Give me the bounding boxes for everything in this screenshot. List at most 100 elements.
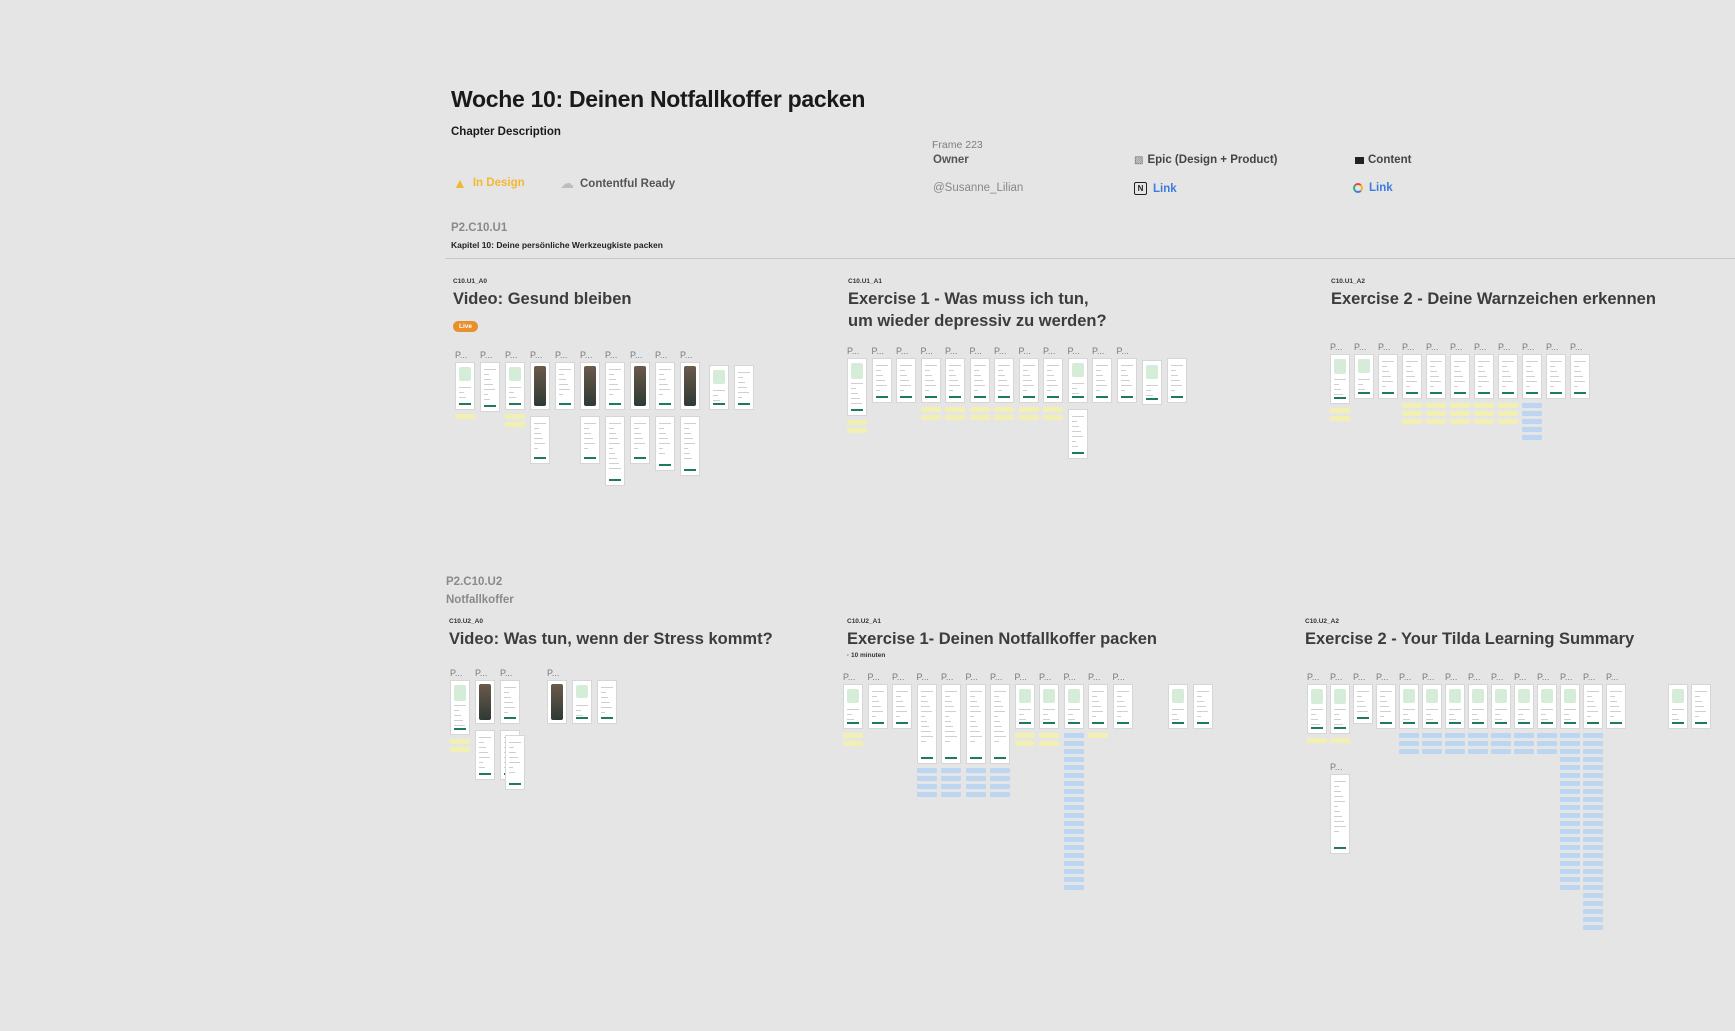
screen-thumbnail[interactable] bbox=[450, 680, 470, 735]
screen-thumbnail[interactable] bbox=[1546, 354, 1566, 399]
screen-thumbnail[interactable] bbox=[1307, 684, 1327, 734]
screen-thumbnail[interactable] bbox=[1330, 684, 1350, 734]
screen-thumbnail[interactable] bbox=[1354, 354, 1374, 399]
screen-thumbnail[interactable] bbox=[1537, 684, 1557, 729]
screen-thumbnail[interactable] bbox=[655, 416, 675, 471]
screen-thumbnail[interactable] bbox=[965, 684, 986, 764]
screen-thumbnail[interactable] bbox=[1583, 684, 1603, 729]
screen-thumbnail[interactable] bbox=[1193, 684, 1213, 729]
text-line bbox=[851, 403, 862, 404]
screen-thumbnail[interactable] bbox=[945, 358, 965, 403]
screen-thumbnail[interactable] bbox=[941, 684, 961, 764]
frame-title[interactable]: Exercise 2 - Deine Warnzeichen erkennen bbox=[1331, 288, 1656, 310]
frame-title-line2[interactable]: um wieder depressiv zu werden? bbox=[848, 310, 1107, 332]
screen-thumbnail[interactable] bbox=[1116, 358, 1137, 403]
screen-thumbnail[interactable] bbox=[605, 362, 625, 410]
screen-thumbnail[interactable] bbox=[871, 358, 892, 403]
screen-thumbnail[interactable] bbox=[1570, 354, 1590, 399]
screen-thumbnail[interactable] bbox=[896, 358, 916, 403]
screen-thumbnail[interactable] bbox=[709, 365, 729, 410]
screen-thumbnail[interactable] bbox=[1043, 358, 1063, 403]
screen-thumbnail[interactable] bbox=[734, 365, 754, 410]
screen-thumbnail[interactable] bbox=[630, 416, 650, 464]
screen-thumbnail[interactable] bbox=[680, 362, 700, 410]
frame-title[interactable]: Video: Gesund bleiben bbox=[453, 288, 631, 310]
screen-thumbnail[interactable] bbox=[1168, 684, 1188, 729]
screen-thumbnail[interactable] bbox=[1474, 354, 1494, 399]
screen-thumbnail[interactable] bbox=[505, 362, 525, 410]
status-in-design[interactable]: ▲ In Design bbox=[453, 175, 525, 191]
frame-title[interactable]: Exercise 2 - Your Tilda Learning Summary bbox=[1305, 628, 1634, 650]
screen-thumbnail[interactable] bbox=[1445, 684, 1465, 729]
screen-thumbnail[interactable] bbox=[1399, 684, 1419, 729]
screen-thumbnail[interactable] bbox=[1606, 684, 1626, 729]
screen-thumbnail[interactable] bbox=[605, 416, 625, 486]
screen-thumbnail[interactable] bbox=[630, 362, 650, 410]
frame-title[interactable]: Video: Was tun, wenn der Stress kommt? bbox=[449, 628, 773, 650]
screen-thumbnail[interactable] bbox=[1018, 358, 1039, 403]
screen-thumbnail[interactable] bbox=[867, 684, 888, 729]
screen-thumbnail[interactable] bbox=[680, 416, 700, 476]
screen-label: P... bbox=[680, 350, 693, 360]
screen-thumbnail[interactable] bbox=[1142, 360, 1162, 405]
screen-thumbnail[interactable] bbox=[1330, 354, 1350, 404]
screen-thumbnail[interactable] bbox=[555, 362, 575, 410]
screen-thumbnail[interactable] bbox=[1067, 409, 1088, 459]
screen-thumbnail[interactable] bbox=[475, 730, 495, 780]
screen-thumbnail[interactable] bbox=[580, 416, 600, 464]
screen-thumbnail[interactable] bbox=[475, 680, 495, 724]
screen-thumbnail[interactable] bbox=[480, 362, 500, 412]
text-line bbox=[920, 696, 926, 697]
screen-thumbnail[interactable] bbox=[1426, 354, 1446, 399]
screen-thumbnail[interactable] bbox=[1092, 358, 1112, 403]
screen-thumbnail[interactable] bbox=[500, 680, 520, 724]
screen-thumbnail[interactable] bbox=[1422, 684, 1442, 729]
epic-link[interactable]: N Link bbox=[1134, 182, 1177, 195]
screen-thumbnail[interactable] bbox=[1450, 354, 1470, 399]
text-line bbox=[684, 438, 693, 439]
screen-thumbnail[interactable] bbox=[1560, 684, 1580, 729]
screen-thumbnail[interactable] bbox=[580, 362, 600, 410]
screen-thumbnail[interactable] bbox=[843, 684, 863, 729]
screen-thumbnail[interactable] bbox=[1063, 684, 1084, 729]
screen-thumbnail[interactable] bbox=[969, 358, 990, 403]
screen-thumbnail[interactable] bbox=[1330, 774, 1350, 854]
screen-thumbnail[interactable] bbox=[1498, 354, 1518, 399]
text-line bbox=[1526, 371, 1533, 372]
screen-thumbnail[interactable] bbox=[920, 358, 941, 403]
screen-thumbnail[interactable] bbox=[530, 362, 550, 410]
screen-thumbnail[interactable] bbox=[530, 416, 550, 464]
screen-thumbnail[interactable] bbox=[1376, 684, 1396, 729]
content-link[interactable]: Link bbox=[1353, 182, 1393, 194]
screen-thumbnail[interactable] bbox=[1378, 354, 1398, 399]
screen-thumbnail[interactable] bbox=[892, 684, 912, 729]
screen-thumbnail[interactable] bbox=[1468, 684, 1488, 729]
screen-thumbnail[interactable] bbox=[1039, 684, 1059, 729]
screen-thumbnail[interactable] bbox=[655, 362, 675, 410]
screen-thumbnail[interactable] bbox=[1514, 684, 1534, 729]
screen-thumbnail[interactable] bbox=[1668, 684, 1688, 729]
frame-title[interactable]: Exercise 1- Deinen Notfallkoffer packen bbox=[847, 628, 1157, 650]
screen-thumbnail[interactable] bbox=[1353, 684, 1373, 724]
screen-thumbnail[interactable] bbox=[455, 362, 475, 410]
screen-thumbnail[interactable] bbox=[847, 358, 867, 416]
screen-thumbnail[interactable] bbox=[597, 680, 617, 724]
screen-thumbnail[interactable] bbox=[1067, 358, 1088, 403]
screen-thumbnail[interactable] bbox=[547, 680, 567, 724]
owner-value[interactable]: @Susanne_Lilian bbox=[933, 182, 1023, 194]
screen-thumbnail[interactable] bbox=[572, 680, 592, 724]
screen-thumbnail[interactable] bbox=[990, 684, 1010, 764]
screen-thumbnail[interactable] bbox=[1491, 684, 1511, 729]
frame-title[interactable]: Exercise 1 - Was muss ich tun, bbox=[848, 288, 1089, 310]
screen-thumbnail[interactable] bbox=[1112, 684, 1133, 729]
screen-thumbnail[interactable] bbox=[1014, 684, 1035, 729]
screen-thumbnail[interactable] bbox=[1522, 354, 1542, 399]
status-contentful-ready[interactable]: ☁ Contentful Ready bbox=[560, 175, 675, 192]
screen-thumbnail[interactable] bbox=[994, 358, 1014, 403]
screen-thumbnail[interactable] bbox=[916, 684, 937, 764]
screen-thumbnail[interactable] bbox=[1167, 358, 1187, 403]
screen-thumbnail[interactable] bbox=[1691, 684, 1711, 729]
screen-thumbnail[interactable] bbox=[1088, 684, 1108, 729]
screen-thumbnail[interactable] bbox=[505, 735, 525, 790]
screen-thumbnail[interactable] bbox=[1402, 354, 1422, 399]
